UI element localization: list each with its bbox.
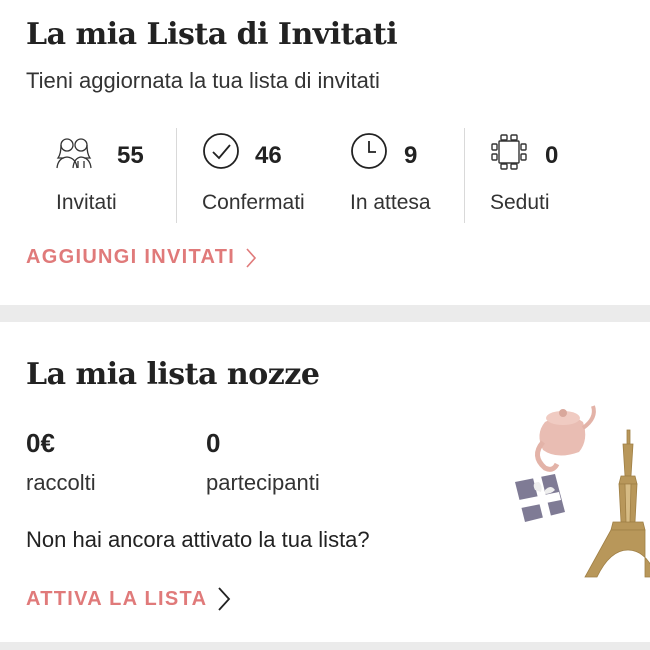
guest-stats: 55 Invitati 46 Confermati 9 In attesa 0 …	[0, 128, 650, 223]
collected-label: raccolti	[26, 470, 96, 495]
guest-list-subtitle: Tieni aggiornata la tua lista di invitat…	[26, 68, 380, 93]
participants-value: 0	[206, 428, 221, 458]
stat-confermati-value: 46	[255, 142, 282, 169]
registry-illustration	[505, 372, 650, 587]
participants-label: partecipanti	[206, 470, 320, 495]
stat-confermati-label: Confermati	[202, 191, 305, 214]
stat-in-attesa-value: 9	[404, 142, 418, 169]
activate-registry-link[interactable]: ATTIVA LA LISTA	[26, 586, 231, 612]
wedding-registry-card: La mia lista nozze 0€ raccolti 0 parteci…	[0, 322, 650, 642]
stat-in-attesa-label: In attesa	[350, 191, 431, 214]
guest-list-card: La mia Lista di Invitati Tieni aggiornat…	[0, 0, 650, 305]
stat-invitati[interactable]: 55 Invitati	[54, 128, 164, 223]
stat-seduti-value: 0	[545, 142, 559, 169]
chevron-right-icon	[246, 247, 257, 268]
collected-value: 0€	[26, 428, 55, 458]
stat-divider	[176, 128, 177, 223]
stat-invitati-label: Invitati	[56, 191, 117, 214]
stat-confermati[interactable]: 46 Confermati	[202, 128, 322, 223]
guests-icon	[54, 132, 94, 172]
add-guests-label: AGGIUNGI INVITATI	[26, 246, 236, 268]
eiffel-tower-icon	[584, 429, 650, 578]
gift-box-icon	[515, 474, 565, 522]
stat-seduti[interactable]: 0 Seduti	[490, 128, 590, 223]
table-seats-icon	[490, 132, 530, 172]
registry-title: La mia lista nozze	[26, 357, 320, 392]
stat-divider	[464, 128, 465, 223]
check-circle-icon	[202, 132, 242, 172]
chevron-right-icon	[218, 587, 231, 611]
guest-list-title: La mia Lista di Invitati	[26, 17, 398, 52]
stat-invitati-value: 55	[117, 142, 144, 169]
stat-in-attesa[interactable]: 9 In attesa	[350, 128, 460, 223]
teapot-icon	[535, 405, 596, 472]
add-guests-link[interactable]: AGGIUNGI INVITATI	[26, 246, 257, 269]
activate-registry-label: ATTIVA LA LISTA	[26, 587, 208, 610]
registry-question: Non hai ancora attivato la tua lista?	[26, 527, 370, 552]
clock-icon	[350, 132, 390, 172]
stat-seduti-label: Seduti	[490, 191, 550, 214]
